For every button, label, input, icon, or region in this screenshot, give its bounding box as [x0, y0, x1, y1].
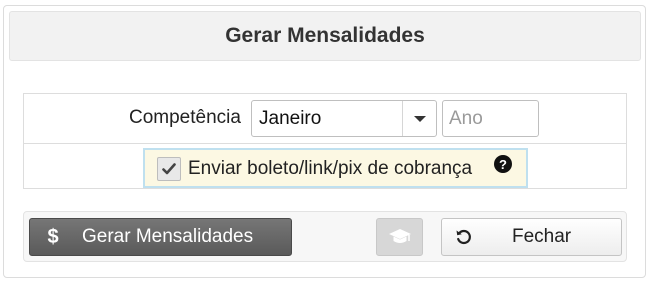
year-input[interactable] — [442, 100, 539, 137]
check-icon — [162, 163, 176, 175]
undo-icon — [442, 228, 486, 246]
send-charge-label: Enviar boleto/link/pix de cobrança — [188, 158, 473, 179]
month-select-toggle[interactable] — [402, 101, 436, 136]
month-select[interactable]: Janeiro — [251, 100, 437, 137]
dialog-title: Gerar Mensalidades — [225, 24, 425, 47]
send-charge-checkbox[interactable] — [157, 157, 181, 181]
graduation-cap-icon — [388, 229, 411, 243]
send-charge-option[interactable]: Enviar boleto/link/pix de cobrança ? — [143, 148, 528, 188]
close-button[interactable]: Fechar — [441, 218, 622, 256]
caret-down-icon — [413, 115, 426, 122]
month-select-value: Janeiro — [259, 108, 322, 129]
graduation-button[interactable] — [376, 218, 423, 256]
competencia-row: Competência Janeiro — [24, 94, 626, 144]
generate-fees-button-label: Gerar Mensalidades — [82, 226, 254, 247]
generate-fees-dialog: Gerar Mensalidades Competência Janeiro E… — [3, 5, 646, 278]
dialog-header: Gerar Mensalidades — [9, 11, 641, 61]
dialog-footer: $ Gerar Mensalidades Fechar — [23, 211, 627, 262]
generate-fees-button[interactable]: $ Gerar Mensalidades — [29, 218, 292, 256]
form-table: Competência Janeiro Enviar boleto/link/p… — [23, 93, 627, 189]
competencia-label: Competência — [129, 107, 241, 128]
send-charge-row: Enviar boleto/link/pix de cobrança ? — [24, 144, 626, 188]
dollar-icon: $ — [47, 225, 59, 248]
close-button-label: Fechar — [512, 226, 572, 247]
question-circle-icon[interactable]: ? — [494, 155, 512, 173]
